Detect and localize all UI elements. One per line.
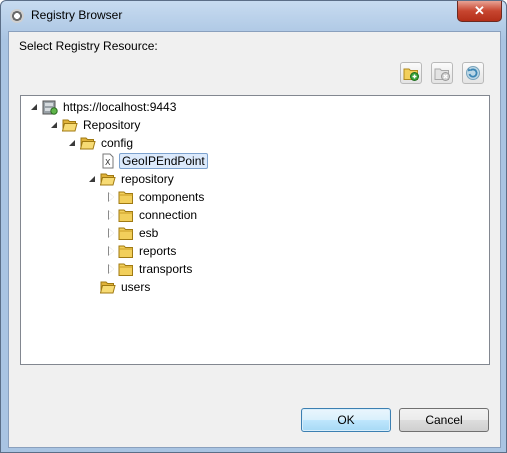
tree-node-repository[interactable]: Repository (50, 116, 142, 134)
tree-node-label: transports (139, 262, 193, 276)
collapse-arrow-icon[interactable] (106, 264, 116, 274)
tree-node-label: https://localhost:9443 (63, 100, 177, 114)
tree-node-label: users (121, 280, 151, 294)
folder-icon (118, 191, 133, 204)
tree-node-users[interactable]: users (98, 278, 152, 296)
tree-node-geoipendpoint[interactable]: X GeoIPEndPoint (98, 152, 208, 170)
add-resource-button[interactable] (400, 62, 422, 84)
open-folder-icon (100, 173, 116, 186)
app-icon (10, 9, 24, 23)
collapse-arrow-icon[interactable] (106, 246, 116, 256)
tree-node-label: connection (139, 208, 198, 222)
remove-resource-button[interactable] (431, 62, 453, 84)
window-title: Registry Browser (31, 8, 123, 22)
refresh-button[interactable] (462, 62, 484, 84)
registry-tree[interactable]: https://localhost:9443 Repository config (20, 95, 490, 365)
tree-node-reports[interactable]: reports (106, 242, 178, 260)
ok-button[interactable]: OK (301, 408, 391, 432)
folder-icon (118, 227, 133, 240)
open-folder-icon (100, 281, 116, 294)
folder-add-icon (403, 68, 419, 81)
close-button[interactable]: ✕ (457, 1, 502, 22)
folder-icon (118, 263, 133, 276)
expand-arrow-icon[interactable] (50, 120, 60, 130)
expand-arrow-icon[interactable] (30, 102, 40, 112)
svg-text:X: X (105, 158, 111, 167)
tree-node-config[interactable]: config (68, 134, 135, 152)
registry-browser-window: Registry Browser ✕ Select Registry Resou… (0, 0, 507, 453)
xml-file-icon: X (102, 153, 114, 169)
tree-node-label: GeoIPEndPoint (119, 153, 208, 169)
collapse-arrow-icon[interactable] (106, 210, 116, 220)
open-folder-icon (62, 119, 78, 132)
folder-icon (118, 209, 133, 222)
folder-remove-icon (434, 68, 450, 81)
tree-node-label: config (101, 136, 134, 150)
tree-node-label: repository (121, 172, 174, 186)
dialog-body: Select Registry Resource: https://localh… (8, 31, 501, 448)
tree-node-label: esb (139, 226, 159, 240)
expand-arrow-icon[interactable] (88, 174, 98, 184)
tree-node-root[interactable]: https://localhost:9443 (30, 98, 178, 116)
tree-node-label: components (139, 190, 205, 204)
expand-arrow-icon[interactable] (68, 138, 78, 148)
collapse-arrow-icon[interactable] (106, 228, 116, 238)
tree-node-label: reports (139, 244, 177, 258)
collapse-arrow-icon[interactable] (106, 192, 116, 202)
tree-node-label: Repository (83, 118, 141, 132)
title-bar[interactable]: Registry Browser ✕ (1, 1, 506, 31)
open-folder-icon (80, 137, 96, 150)
tree-node-connection[interactable]: connection (106, 206, 199, 224)
tree-node-repository-folder[interactable]: repository (88, 170, 176, 188)
tree-node-esb[interactable]: esb (106, 224, 160, 242)
cancel-button[interactable]: Cancel (399, 408, 489, 432)
server-icon (42, 100, 58, 115)
select-resource-label: Select Registry Resource: (19, 39, 158, 53)
tree-node-transports[interactable]: transports (106, 260, 194, 278)
tree-node-components[interactable]: components (106, 188, 206, 206)
folder-icon (118, 245, 133, 258)
refresh-icon (466, 66, 480, 80)
